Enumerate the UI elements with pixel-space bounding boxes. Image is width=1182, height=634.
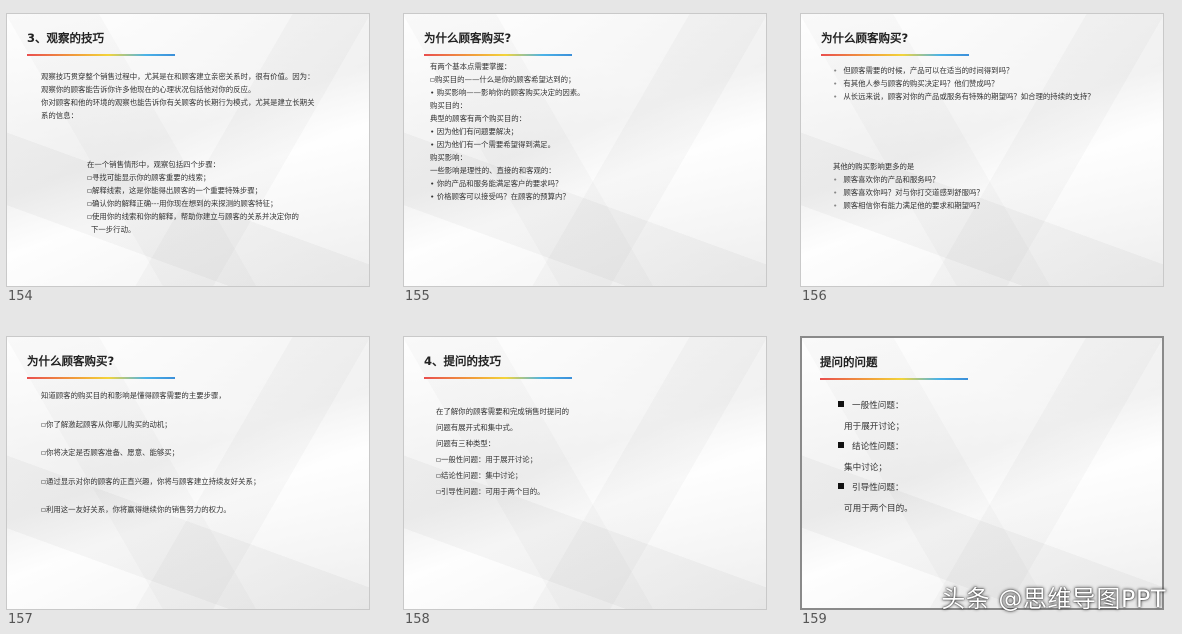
text-line: ▫寻找可能显示你的顾客重要的线索； [87, 173, 211, 182]
list-item: 一般性问题： [838, 396, 913, 417]
title-accent-line [424, 54, 572, 56]
text-line: 有两个基本点需要掌握： [430, 62, 512, 71]
title-accent-line [820, 378, 968, 380]
bullet-item: 从长远来说，顾客对你的产品或服务有特殊的期望吗？如合理的持续的支持？ [833, 90, 1094, 103]
text-line: 一些影响是理性的、直接的和客观的： [430, 166, 556, 175]
slide-thumb-157[interactable]: 为什么顾客购买? 知道顾客的购买目的和影响是懂得顾客需要的主要步骤， ▫你了解激… [6, 336, 370, 627]
text-line: 问题有三种类型： [436, 439, 496, 448]
slide-number: 155 [405, 289, 430, 304]
slide-number: 158 [405, 612, 430, 627]
bullet-item: 有其他人参与顾客的购买决定吗？他们赞成吗？ [833, 77, 1095, 90]
slide-canvas[interactable]: 为什么顾客购买? 知道顾客的购买目的和影响是懂得顾客需要的主要步骤， ▫你了解激… [6, 336, 370, 610]
bullet-item: 顾客喜欢你的产品和服务吗？ [833, 173, 984, 186]
slide-body-intro: 观察技巧贯穿整个销售过程中，尤其是在和顾客建立亲密关系时，很有价值。因为： 观察… [41, 70, 314, 122]
slide-thumb-155[interactable]: 为什么顾客购买? 有两个基本点需要掌握： ▫购买目的——什么是你的顾客希望达到的… [403, 13, 767, 304]
text-line: ▫引导性问题：可用于两个目的。 [436, 487, 545, 496]
text-line: ▫你了解激起顾客从你哪儿购买的动机； [41, 419, 172, 429]
title-accent-line [27, 54, 175, 56]
slide-canvas[interactable]: 为什么顾客购买? 有两个基本点需要掌握： ▫购买目的——什么是你的顾客希望达到的… [403, 13, 767, 287]
text-line: • 价格顾客可以接受吗？在顾客的预算内？ [430, 192, 570, 201]
text-line: • 因为他们有问题要解决； [430, 127, 519, 136]
slide-canvas[interactable]: 4、提问的技巧 在了解你的顾客需要和完成销售时提问的 问题有展开式和集中式。 问… [403, 336, 767, 610]
slide-thumb-159[interactable]: 提问的问题 一般性问题： 用于展开讨论； 结论性问题： 集中讨论； 引导性问题：… [800, 336, 1164, 627]
slide-body: 一般性问题： 用于展开讨论； 结论性问题： 集中讨论； 引导性问题： 可用于两个… [838, 396, 913, 519]
square-bullet-icon [838, 401, 844, 407]
text-line: 观察技巧贯穿整个销售过程中，尤其是在和顾客建立亲密关系时，很有价值。因为： [41, 72, 315, 81]
slide-body: 在了解你的顾客需要和完成销售时提问的 问题有展开式和集中式。 问题有三种类型： … [436, 404, 569, 500]
slide-canvas[interactable]: 3、观察的技巧 观察技巧贯穿整个销售过程中，尤其是在和顾客建立亲密关系时，很有价… [6, 13, 370, 287]
bullet-item: 但顾客需要的时候，产品可以在适当的时间得到吗？ [833, 64, 1095, 77]
text-line: ▫确认你的解释正确---用你现在想到的来探测的顾客特征； [87, 199, 278, 208]
slide-title: 为什么顾客购买? [424, 31, 512, 45]
item-head: 结论性问题： [852, 442, 904, 452]
slide-number: 154 [8, 289, 33, 304]
text-line: ▫结论性问题：集中讨论； [436, 471, 523, 480]
text-line: • 因为他们有一个需要希望得到满足。 [430, 140, 555, 149]
bullet-item: 顾客相信你有能力满足他的要求和期望吗？ [833, 199, 983, 212]
text-line: 观察你的顾客能告诉你许多他现在的心理状况包括他对你的反应。 [41, 85, 256, 94]
slide-number: 157 [8, 612, 33, 627]
slide-number: 156 [802, 289, 827, 304]
text-line: 下一步行动。 [91, 225, 136, 234]
item-head: 一般性问题： [852, 401, 904, 411]
text-line: ▫解释线索，这是你能得出顾客的一个重要特殊步骤； [87, 186, 262, 195]
item-head: 引导性问题： [852, 483, 904, 493]
list-item: 引导性问题： [838, 478, 913, 499]
text-line: ▫你将决定是否顾客准备、愿意、能够买； [41, 448, 180, 457]
text-line: 其他的购买影响更多的是 [833, 162, 915, 171]
text-line: • 购买影响——影响你的顾客购买决定的因素。 [430, 88, 585, 97]
item-sub: 集中讨论； [844, 462, 887, 473]
title-accent-line [424, 377, 572, 379]
text-line: 问题有展开式和集中式。 [436, 423, 518, 432]
square-bullet-icon [838, 442, 844, 448]
text-line: ▫一般性问题：用于展开讨论； [436, 455, 538, 464]
title-accent-line [27, 377, 175, 379]
item-sub: 用于展开讨论； [844, 421, 905, 432]
title-accent-line [821, 54, 969, 56]
slide-body: 知道顾客的购买目的和影响是懂得顾客需要的主要步骤， ▫你了解激起顾客从你哪儿购买… [41, 389, 260, 518]
slide-title: 3、观察的技巧 [27, 31, 105, 45]
text-line: ▫利用这一友好关系，你将赢得继续你的销售努力的权力。 [41, 505, 231, 514]
text-line: 在了解你的顾客需要和完成销售时提问的 [436, 407, 570, 416]
text-line: ▫通过显示对你的顾客的正直兴趣，你将与顾客建立持续友好关系； [41, 476, 261, 486]
text-line: 你对顾客和他的环境的观察也能告诉你有关顾客的长期行为模式，尤其是建立长期关 [41, 98, 315, 107]
slide-title: 为什么顾客购买? [821, 31, 909, 45]
text-line: ▫购买目的——什么是你的顾客希望达到的； [430, 75, 576, 84]
slide-body-upper: 但顾客需要的时候，产品可以在适当的时间得到吗？ 有其他人参与顾客的购买决定吗？他… [833, 64, 1095, 103]
square-bullet-icon [838, 483, 844, 489]
slide-title: 提问的问题 [820, 355, 878, 369]
slide-canvas[interactable]: 为什么顾客购买? 但顾客需要的时候，产品可以在适当的时间得到吗？ 有其他人参与顾… [800, 13, 1164, 287]
bullet-item: 顾客喜欢你吗？对与你打交道感到舒服吗？ [833, 186, 983, 199]
slide-thumb-158[interactable]: 4、提问的技巧 在了解你的顾客需要和完成销售时提问的 问题有展开式和集中式。 问… [403, 336, 767, 627]
text-line: ▫使用你的线索和你的解释，帮助你建立与顾客的关系并决定你的 [87, 212, 299, 221]
text-line: 知道顾客的购买目的和影响是懂得顾客需要的主要步骤， [41, 391, 226, 400]
slide-body-steps: 在一个销售情形中，观察包括四个步骤： ▫寻找可能显示你的顾客重要的线索； ▫解释… [87, 158, 299, 236]
text-line: 购买影响： [430, 153, 467, 162]
item-sub: 可用于两个目的。 [844, 503, 913, 514]
text-line: 典型的顾客有两个购买目的： [430, 114, 527, 123]
slide-body: 有两个基本点需要掌握： ▫购买目的——什么是你的顾客希望达到的； • 购买影响—… [430, 60, 585, 203]
slide-body-lower: 其他的购买影响更多的是 顾客喜欢你的产品和服务吗？ 顾客喜欢你吗？对与你打交道感… [833, 160, 984, 212]
slide-title: 4、提问的技巧 [424, 354, 502, 368]
slide-number: 159 [802, 612, 827, 627]
watermark: 头条 @思维导图PPT [941, 585, 1166, 613]
list-item: 结论性问题： [838, 437, 913, 458]
text-line: • 你的产品和服务能满足客户的要求吗？ [430, 179, 563, 188]
slide-canvas-selected[interactable]: 提问的问题 一般性问题： 用于展开讨论； 结论性问题： 集中讨论； 引导性问题：… [800, 336, 1164, 610]
slide-title: 为什么顾客购买? [27, 354, 115, 368]
slide-thumb-154[interactable]: 3、观察的技巧 观察技巧贯穿整个销售过程中，尤其是在和顾客建立亲密关系时，很有价… [6, 13, 370, 304]
text-line: 购买目的： [430, 101, 467, 110]
text-line: 系的信息： [41, 111, 78, 120]
slide-thumb-156[interactable]: 为什么顾客购买? 但顾客需要的时候，产品可以在适当的时间得到吗？ 有其他人参与顾… [800, 13, 1164, 304]
text-line: 在一个销售情形中，观察包括四个步骤： [87, 160, 221, 169]
